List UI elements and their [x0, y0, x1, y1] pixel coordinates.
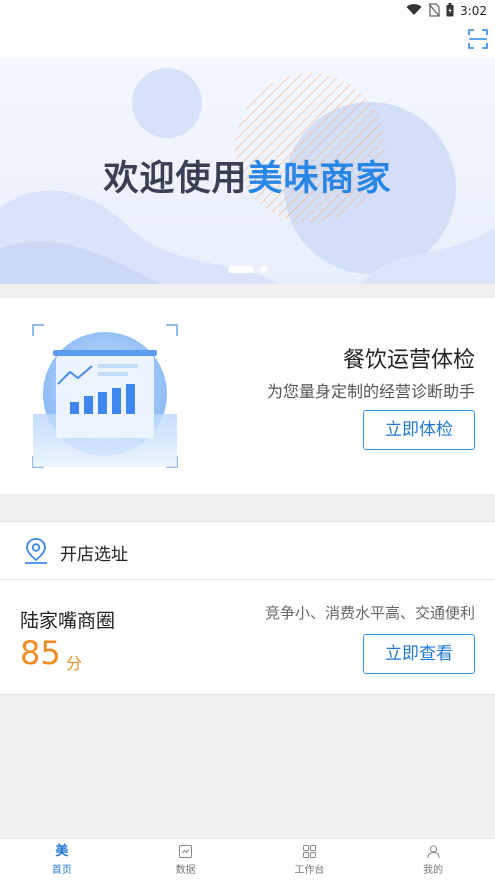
banner-title: 欢迎使用美味商家 [0, 150, 495, 201]
tab-workbench[interactable]: 工作台 [248, 839, 372, 880]
start-check-button[interactable]: 立即体检 [363, 410, 475, 450]
home-brand-icon: 美 [55, 843, 69, 859]
carousel-indicator [228, 266, 267, 273]
area-name: 陆家嘴商圈 [20, 610, 116, 632]
banner-title-prefix: 欢迎使用 [103, 159, 248, 199]
site-selection-header[interactable]: 开店选址 [0, 522, 495, 580]
site-selection-title: 开店选址 [60, 545, 128, 565]
carousel-dot-active[interactable] [228, 266, 254, 273]
site-selection-card: 开店选址 陆家嘴商圈 85 分 竞争小、消费水平高、交通便利 立即查看 [0, 521, 495, 695]
scan-icon[interactable] [467, 28, 489, 50]
view-area-button[interactable]: 立即查看 [363, 634, 475, 674]
health-check-title: 餐饮运营体检 [342, 348, 475, 373]
tab-home[interactable]: 美 首页 [0, 839, 124, 880]
chart-icon [178, 844, 193, 859]
tab-data-label: 数据 [175, 864, 196, 876]
bottom-tab-bar: 美 首页 数据 工作台 我的 [0, 838, 495, 880]
location-pin-icon [22, 536, 50, 566]
clock-time: 3:02 [460, 4, 487, 18]
status-bar: 3:02 [0, 0, 495, 22]
tab-workbench-label: 工作台 [294, 864, 325, 876]
top-bar [0, 22, 495, 58]
person-icon [426, 844, 441, 859]
area-score: 85 [20, 634, 61, 672]
tab-home-label: 首页 [51, 864, 72, 876]
tab-mine[interactable]: 我的 [371, 839, 495, 880]
health-check-card: 餐饮运营体检 为您量身定制的经营诊断助手 立即体检 [0, 298, 495, 494]
grid-icon [302, 844, 317, 859]
battery-icon [446, 2, 454, 20]
welcome-banner[interactable]: 欢迎使用美味商家 [0, 58, 495, 284]
area-tags: 竞争小、消费水平高、交通便利 [264, 604, 475, 622]
area-score-unit: 分 [66, 654, 83, 673]
tab-data[interactable]: 数据 [124, 839, 248, 880]
tab-mine-label: 我的 [423, 864, 444, 876]
wifi-icon [406, 3, 422, 19]
health-check-subtitle: 为您量身定制的经营诊断助手 [266, 382, 475, 401]
health-check-illustration [30, 322, 180, 470]
carousel-dot[interactable] [260, 266, 267, 273]
no-sim-icon [428, 2, 440, 20]
banner-title-brand: 美味商家 [247, 159, 392, 199]
